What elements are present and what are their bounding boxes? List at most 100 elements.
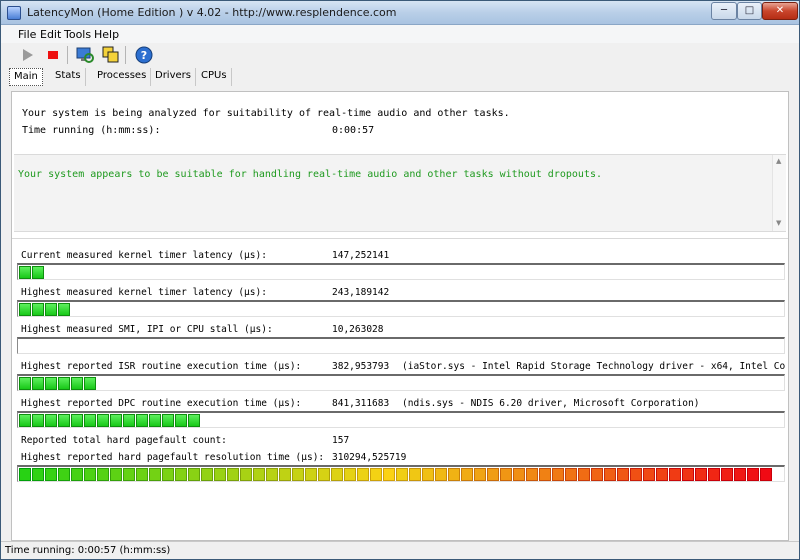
menu-edit[interactable]: Edit: [40, 28, 61, 41]
stat-label-smi-stall: Highest measured SMI, IPI or CPU stall (…: [21, 324, 273, 335]
tab-processes[interactable]: Processes: [93, 68, 152, 86]
bar-segment: [526, 468, 538, 481]
bar-segment: [370, 468, 382, 481]
bar-segment: [578, 468, 590, 481]
bar-segment: [175, 468, 187, 481]
minimize-button[interactable]: ─: [711, 2, 737, 20]
latency-bar-current-timer: [17, 263, 785, 280]
bar-segment: [149, 468, 161, 481]
verdict-box: Your system appears to be suitable for h…: [14, 154, 786, 232]
latency-bar-pagefault-time: [17, 465, 785, 482]
stat-value-highest-timer: 243,189142: [332, 287, 390, 298]
scan-computer-icon[interactable]: [75, 45, 95, 65]
bar-segment: [45, 468, 57, 481]
bar-segment: [513, 468, 525, 481]
close-button[interactable]: ✕: [762, 2, 798, 20]
bar-segment: [19, 377, 31, 390]
stat-extra-isr-driver: (iaStor.sys - Intel Rapid Storage Techno…: [402, 361, 786, 372]
stat-label-current-timer: Current measured kernel timer latency (µ…: [21, 250, 267, 261]
bar-segment: [45, 303, 57, 316]
bar-segment: [175, 414, 187, 427]
bar-segment: [565, 468, 577, 481]
bar-segments: [19, 266, 45, 279]
toolbar-separator: [125, 46, 126, 64]
bar-segment: [604, 468, 616, 481]
bar-segment: [734, 468, 746, 481]
svg-text:?: ?: [141, 49, 147, 62]
bar-segment: [357, 468, 369, 481]
bar-segment: [760, 468, 772, 481]
bar-segment: [32, 468, 44, 481]
stat-value-smi-stall: 10,263028: [332, 324, 384, 335]
bar-segments: [19, 468, 773, 481]
bar-segment: [32, 414, 44, 427]
tab-main[interactable]: Main: [9, 68, 43, 86]
bar-segment: [422, 468, 434, 481]
bar-segment: [617, 468, 629, 481]
bar-segment: [71, 468, 83, 481]
bar-segments: [19, 414, 201, 427]
stat-extra-dpc-driver: (ndis.sys - NDIS 6.20 driver, Microsoft …: [402, 398, 700, 409]
copy-windows-icon[interactable]: [101, 45, 121, 65]
verdict-text: Your system appears to be suitable for h…: [18, 169, 602, 180]
divider: [12, 238, 788, 239]
bar-segment: [123, 468, 135, 481]
bar-segment: [344, 468, 356, 481]
maximize-button[interactable]: □: [737, 2, 762, 20]
tab-stats[interactable]: Stats: [51, 68, 86, 86]
tab-cpus[interactable]: CPUs: [197, 68, 232, 86]
time-running-label: Time running (h:mm:ss):: [22, 125, 161, 136]
bar-segment: [19, 303, 31, 316]
status-text: Time running: 0:00:57 (h:mm:ss): [5, 545, 171, 556]
status-bar: Time running: 0:00:57 (h:mm:ss): [1, 541, 799, 559]
toolbar-separator: [67, 46, 68, 64]
toolbar: ?: [1, 43, 799, 67]
stat-label-dpc-time: Highest reported DPC routine execution t…: [21, 398, 302, 409]
help-icon[interactable]: ?: [134, 45, 154, 65]
latency-bar-isr-time: [17, 374, 785, 391]
bar-segment: [136, 468, 148, 481]
verdict-scrollbar[interactable]: ▲ ▼: [772, 155, 786, 231]
stat-label-isr-time: Highest reported ISR routine execution t…: [21, 361, 302, 372]
scroll-up-icon[interactable]: ▲: [776, 157, 781, 165]
play-icon[interactable]: [17, 45, 37, 65]
bar-segment: [721, 468, 733, 481]
bar-segment: [591, 468, 603, 481]
bar-segment: [383, 468, 395, 481]
stat-value-dpc-time: 841,311683: [332, 398, 390, 409]
bar-segment: [396, 468, 408, 481]
bar-segment: [188, 414, 200, 427]
bar-segment: [71, 377, 83, 390]
stat-label-pagefault-count: Reported total hard pagefault count:: [21, 435, 227, 446]
app-icon: [7, 6, 21, 20]
stat-value-isr-time: 382,953793: [332, 361, 390, 372]
bar-segment: [409, 468, 421, 481]
bar-segment: [240, 468, 252, 481]
bar-segment: [435, 468, 447, 481]
bar-segment: [643, 468, 655, 481]
bar-segment: [448, 468, 460, 481]
bar-segment: [201, 468, 213, 481]
bar-segment: [84, 377, 96, 390]
bar-segment: [110, 468, 122, 481]
bar-segment: [292, 468, 304, 481]
bar-segment: [487, 468, 499, 481]
bar-segment: [331, 468, 343, 481]
tab-bar: Main Stats Processes Drivers CPUs: [1, 67, 799, 87]
bar-segment: [110, 414, 122, 427]
bar-segment: [253, 468, 265, 481]
bar-segment: [630, 468, 642, 481]
bar-segment: [227, 468, 239, 481]
menu-tools[interactable]: Tools: [64, 28, 91, 41]
bar-segment: [695, 468, 707, 481]
bar-segment: [19, 414, 31, 427]
bar-segment: [45, 414, 57, 427]
bar-segment: [552, 468, 564, 481]
scroll-down-icon[interactable]: ▼: [776, 219, 781, 227]
tab-drivers[interactable]: Drivers: [151, 68, 196, 86]
stop-icon[interactable]: [43, 45, 63, 65]
title-bar[interactable]: LatencyMon (Home Edition ) v 4.02 - http…: [1, 1, 799, 25]
menu-file[interactable]: File: [18, 28, 36, 41]
bar-segment: [32, 377, 44, 390]
menu-help[interactable]: Help: [94, 28, 119, 41]
